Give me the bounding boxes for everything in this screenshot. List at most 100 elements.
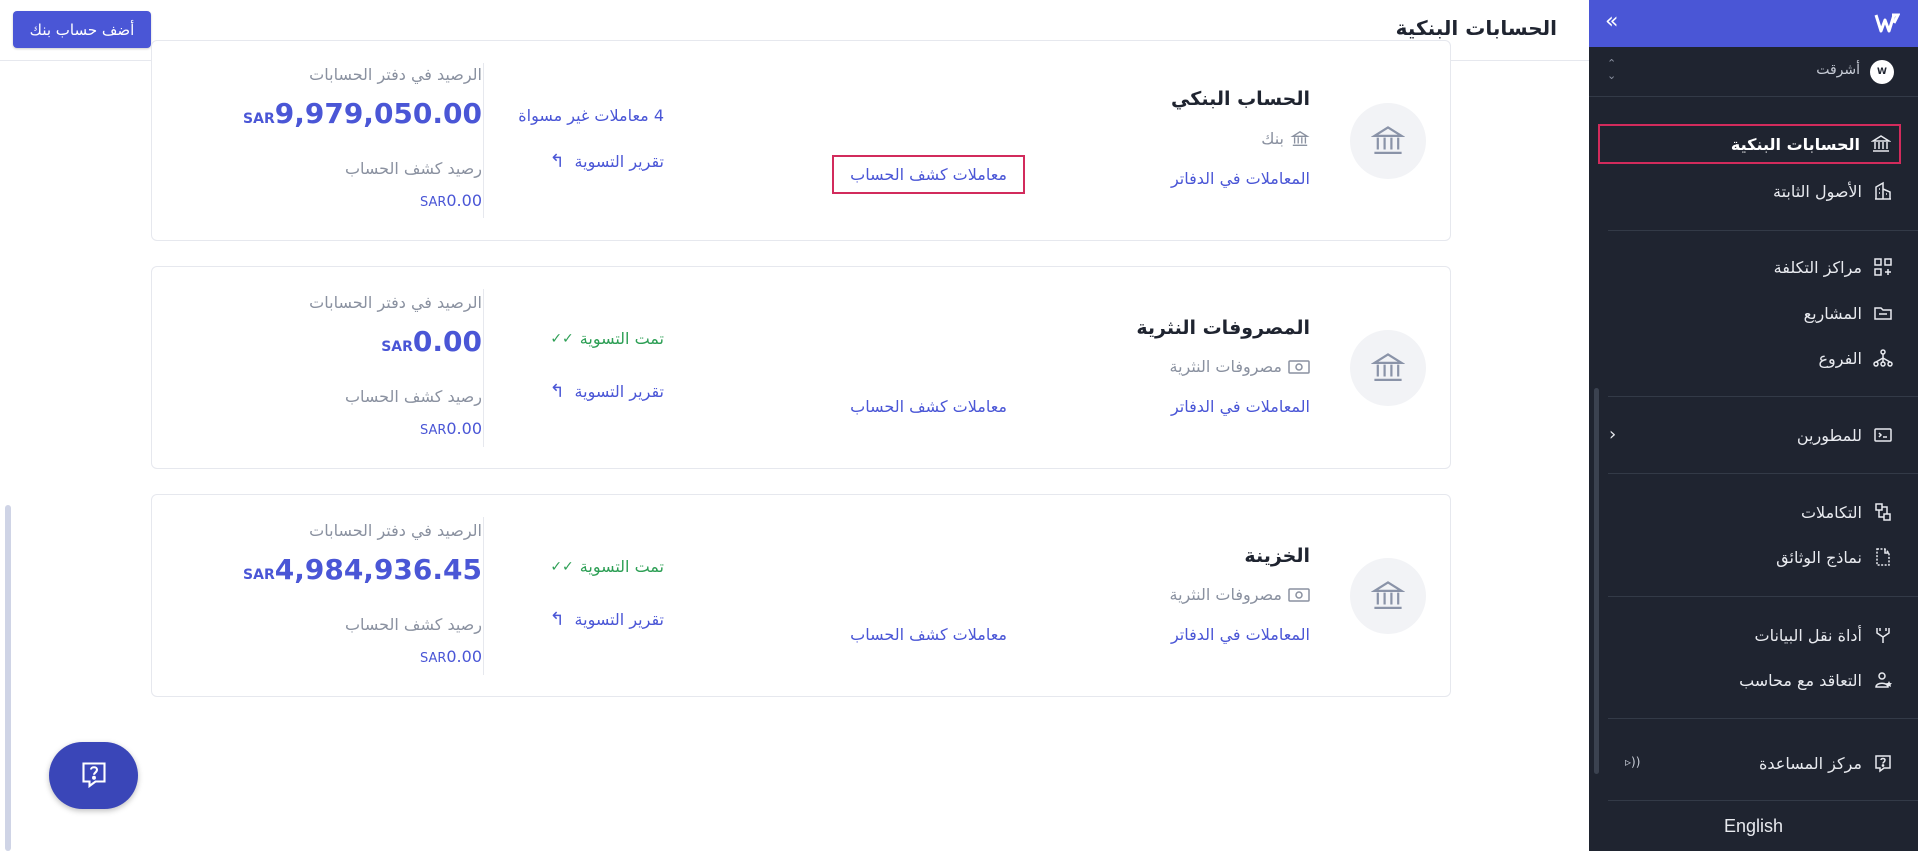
card-divider xyxy=(483,517,484,675)
ledger-balance-amount: SAR9,979,050.00 xyxy=(237,97,482,130)
terminal-icon xyxy=(1872,424,1894,446)
currency-label: SAR xyxy=(381,339,413,355)
organization-switcher[interactable]: W أشرقت ⌃ ⌄ xyxy=(1589,47,1918,97)
sidebar-item-label: مركز المساعدة xyxy=(1759,753,1862,773)
sidebar-item-label: المشاريع xyxy=(1803,303,1862,323)
sidebar-item-data-migration[interactable]: أداة نقل البيانات xyxy=(1589,615,1918,655)
amount-value: 0.00 xyxy=(446,191,482,210)
currency-label: SAR xyxy=(419,651,447,666)
statement-transactions-link[interactable]: معاملات كشف الحساب xyxy=(834,617,1023,652)
wafeq-logo-icon xyxy=(1874,11,1901,35)
cash-icon xyxy=(1288,359,1310,375)
sidebar-item-cost-centers[interactable]: مراكز التكلفة xyxy=(1589,247,1918,287)
sidebar-item-bank-accounts[interactable]: الحسابات البنكية xyxy=(1598,124,1901,164)
card-divider xyxy=(483,63,484,218)
currency-label: SAR xyxy=(419,423,447,438)
bank-account-card: المصروفات النثرية مصروفات النثرية المعام… xyxy=(151,266,1451,469)
currency-label: SAR xyxy=(243,111,275,127)
card-divider xyxy=(483,289,484,447)
building-icon xyxy=(1872,180,1894,202)
help-icon xyxy=(79,759,109,793)
reconciliation-report-link[interactable]: تقرير التسوية ↰ xyxy=(549,381,664,402)
language-switch[interactable]: English xyxy=(1589,816,1918,837)
page-scrollbar[interactable] xyxy=(5,505,11,851)
account-type-label: مصروفات النثرية xyxy=(1169,357,1282,376)
ledger-balance-label: الرصيد في دفتر الحسابات xyxy=(309,65,482,84)
sidebar: » W أشرقت ⌃ ⌄ الحسابات البنكية الأصول الث… xyxy=(1589,0,1918,851)
ledger-balance-amount: SAR4,984,936.45 xyxy=(237,553,482,586)
amount-value: 9,979,050.00 xyxy=(274,97,482,130)
book-transactions-link[interactable]: المعاملات في الدفاتر xyxy=(1171,397,1310,416)
sidebar-item-label: الحسابات البنكية xyxy=(1730,134,1860,154)
bank-icon xyxy=(1350,330,1426,406)
double-check-icon: ✓✓ xyxy=(550,558,574,575)
organization-name: أشرقت xyxy=(1816,62,1860,78)
integrations-icon xyxy=(1872,501,1894,523)
bank-icon xyxy=(1350,558,1426,634)
unreconciled-transactions-link[interactable]: 4 معاملات غير مسواة xyxy=(518,106,664,125)
sidebar-scrollbar[interactable] xyxy=(1594,388,1599,774)
sidebar-item-document-templates[interactable]: نماذج الوثائق xyxy=(1589,537,1918,577)
statement-transactions-link[interactable]: معاملات كشف الحساب xyxy=(834,389,1023,424)
double-check-icon: ✓✓ xyxy=(550,330,574,347)
account-type: مصروفات النثرية xyxy=(1169,585,1310,604)
amount-value: 4,984,936.45 xyxy=(274,553,482,586)
document-template-icon xyxy=(1872,546,1894,568)
page-title: الحسابات البنكية xyxy=(1395,16,1557,40)
ledger-balance-label: الرصيد في دفتر الحسابات xyxy=(309,521,482,540)
bank-icon xyxy=(1350,103,1426,179)
reconciliation-report-label: تقرير التسوية xyxy=(574,152,664,171)
bank-account-card: الحساب البنكي بنك المعاملات في الدفاتر م… xyxy=(151,40,1451,241)
book-transactions-link[interactable]: المعاملات في الدفاتر xyxy=(1171,625,1310,644)
account-type-label: بنك xyxy=(1261,129,1284,148)
sidebar-item-label: التكاملات xyxy=(1800,502,1862,522)
account-name: المصروفات النثرية xyxy=(1136,317,1310,339)
bank-icon xyxy=(1870,133,1892,155)
return-arrow-icon: ↰ xyxy=(549,381,565,402)
folder-icon xyxy=(1872,302,1894,324)
help-chat-button[interactable] xyxy=(49,742,138,809)
currency-label: SAR xyxy=(243,567,275,583)
reconciled-status: تمت التسوية ✓✓ xyxy=(550,557,664,576)
main-content: الحسابات البنكية أضف حساب بنك الحساب الب… xyxy=(0,0,1589,851)
chevron-up-down-icon: ⌃ ⌄ xyxy=(1607,57,1617,82)
account-type: بنك xyxy=(1261,129,1310,148)
account-name: الخزينة xyxy=(1244,545,1310,567)
sidebar-item-label: أداة نقل البيانات xyxy=(1754,625,1862,645)
sidebar-item-fixed-assets[interactable]: الأصول الثابتة xyxy=(1589,171,1918,211)
return-arrow-icon: ↰ xyxy=(549,609,565,630)
chevron-left-icon: ‹ xyxy=(1609,424,1617,445)
sidebar-item-integrations[interactable]: التكاملات xyxy=(1589,492,1918,532)
sidebar-item-hire-accountant[interactable]: التعاقد مع محاسب xyxy=(1589,660,1918,700)
sidebar-item-label: مراكز التكلفة xyxy=(1773,257,1862,277)
reconciliation-report-link[interactable]: تقرير التسوية ↰ xyxy=(549,151,664,172)
reconciliation-report-link[interactable]: تقرير التسوية ↰ xyxy=(549,609,664,630)
sidebar-item-projects[interactable]: المشاريع xyxy=(1589,293,1918,333)
add-bank-account-button[interactable]: أضف حساب بنك xyxy=(13,11,151,48)
sidebar-item-label: الفروع xyxy=(1818,348,1862,368)
ledger-balance-amount: SAR0.00 xyxy=(375,325,482,358)
collapse-sidebar-icon[interactable]: » xyxy=(1605,10,1618,34)
reconciliation-report-label: تقرير التسوية xyxy=(574,610,664,629)
account-name: الحساب البنكي xyxy=(1171,88,1310,110)
sidebar-top-bar: » xyxy=(1589,0,1918,47)
sidebar-item-developers[interactable]: للمطورين ‹ xyxy=(1589,415,1918,455)
sidebar-item-label: للمطورين xyxy=(1796,425,1862,445)
sidebar-divider xyxy=(1608,396,1918,397)
amount-value: 0.00 xyxy=(412,325,482,358)
return-arrow-icon: ↰ xyxy=(549,151,565,172)
reconciled-label: تمت التسوية xyxy=(579,329,664,348)
book-transactions-link[interactable]: المعاملات في الدفاتر xyxy=(1171,169,1310,188)
sidebar-divider xyxy=(1608,718,1918,719)
cash-icon xyxy=(1288,587,1310,603)
statement-transactions-link[interactable]: معاملات كشف الحساب xyxy=(832,155,1025,194)
bank-icon xyxy=(1290,130,1310,148)
announcement-icon[interactable]: ((▹ xyxy=(1625,755,1640,769)
sidebar-item-label: الأصول الثابتة xyxy=(1772,181,1862,201)
reconciliation-report-label: تقرير التسوية xyxy=(574,382,664,401)
ledger-balance-label: الرصيد في دفتر الحسابات xyxy=(309,293,482,312)
sidebar-item-branches[interactable]: الفروع xyxy=(1589,338,1918,378)
statement-balance-label: رصيد كشف الحساب xyxy=(344,615,482,634)
statement-balance-amount: SAR0.00 xyxy=(416,191,482,210)
sidebar-divider xyxy=(1608,473,1918,474)
